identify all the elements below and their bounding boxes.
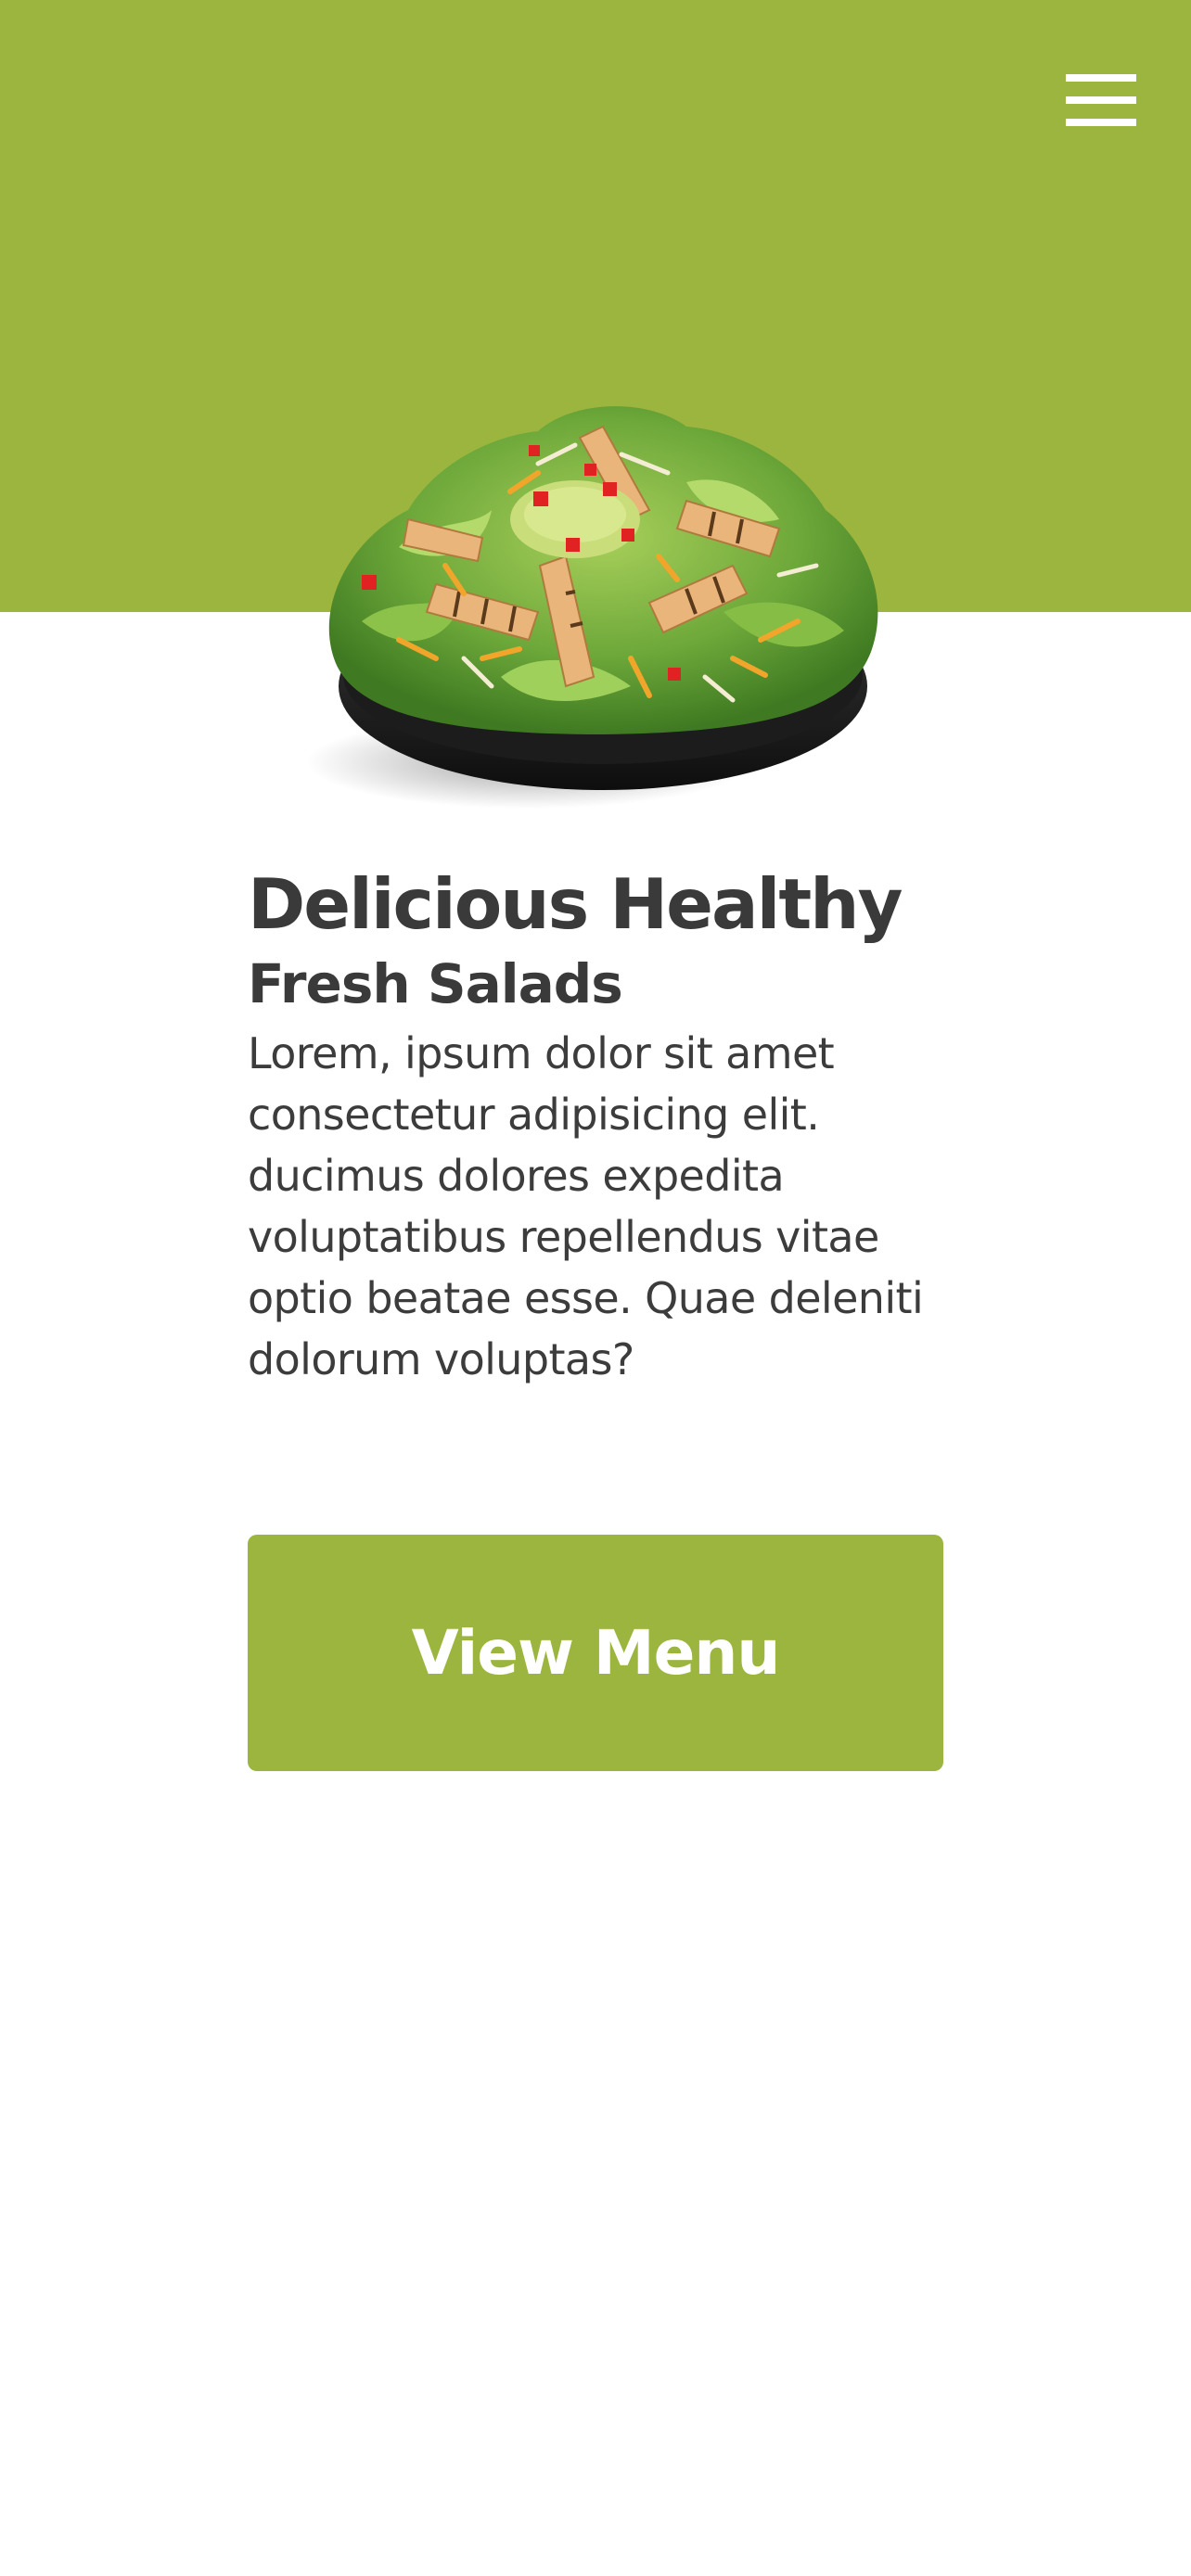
menu-bar-bottom (1066, 119, 1136, 126)
hero-content: Delicious Healthy Fresh Salads Lorem, ip… (248, 858, 971, 1390)
salad-bowl-image (306, 406, 878, 809)
description-text: Lorem, ipsum dolor sit amet consectetur … (248, 1028, 924, 1384)
page-headline: Delicious Healthy (248, 863, 903, 945)
view-menu-button[interactable]: View Menu (248, 1535, 943, 1771)
page-subheadline: Fresh Salads (248, 952, 623, 1015)
menu-bar-middle (1066, 96, 1136, 104)
menu-bar-top (1066, 74, 1136, 82)
hamburger-menu-icon[interactable] (1057, 67, 1145, 137)
landing-page: Delicious Healthy Fresh Salads Lorem, ip… (0, 0, 1191, 2576)
